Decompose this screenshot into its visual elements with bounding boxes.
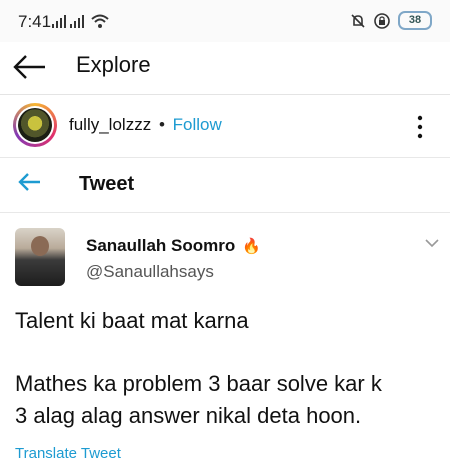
- fire-emoji: 🔥: [241, 238, 261, 255]
- wifi-icon: [91, 14, 109, 28]
- author-name-line[interactable]: Sanaullah Soomro 🔥: [86, 236, 261, 256]
- author-handle[interactable]: @Sanaullahsays: [86, 262, 214, 282]
- status-time: 7:41: [18, 12, 52, 31]
- translate-tweet-link[interactable]: Translate Tweet: [15, 445, 121, 462]
- tweet-title: Tweet: [79, 173, 135, 195]
- chevron-down-icon[interactable]: [425, 238, 439, 248]
- app-bar: Explore: [0, 42, 450, 95]
- avatar-image: [18, 108, 52, 142]
- signal-icon-2: [70, 15, 84, 28]
- post-profile-row: fully_lolzzz • Follow: [0, 95, 450, 158]
- follow-button[interactable]: Follow: [173, 115, 222, 134]
- author-face: [31, 236, 49, 256]
- tweet-text-line-3: 3 alag alag answer nikal deta hoon.: [15, 403, 362, 428]
- signal-icon: [52, 15, 66, 28]
- status-right: 38: [350, 11, 432, 30]
- tweet-text-line-2: Mathes ka problem 3 baar solve kar k: [15, 371, 382, 396]
- author-avatar[interactable]: [15, 228, 65, 286]
- status-bar: 7:41 38: [0, 0, 450, 42]
- tweet-back-arrow-icon[interactable]: [18, 172, 42, 192]
- profile-username-line: fully_lolzzz • Follow: [69, 115, 222, 135]
- lock-circle-icon: [374, 12, 390, 29]
- separator-dot: •: [158, 115, 165, 134]
- author-name: Sanaullah Soomro: [86, 236, 236, 255]
- more-options-icon[interactable]: [412, 113, 428, 141]
- divider: [0, 212, 450, 213]
- profile-avatar[interactable]: [13, 103, 57, 147]
- page-title: Explore: [76, 52, 151, 77]
- tweet-text-line-1: Talent ki baat mat karna: [15, 308, 249, 333]
- profile-username[interactable]: fully_lolzzz: [69, 115, 151, 134]
- mute-bell-icon: [351, 13, 365, 28]
- back-arrow-icon[interactable]: [12, 51, 48, 83]
- battery-indicator: 38: [398, 11, 432, 30]
- tweet-header: Tweet: [0, 158, 450, 210]
